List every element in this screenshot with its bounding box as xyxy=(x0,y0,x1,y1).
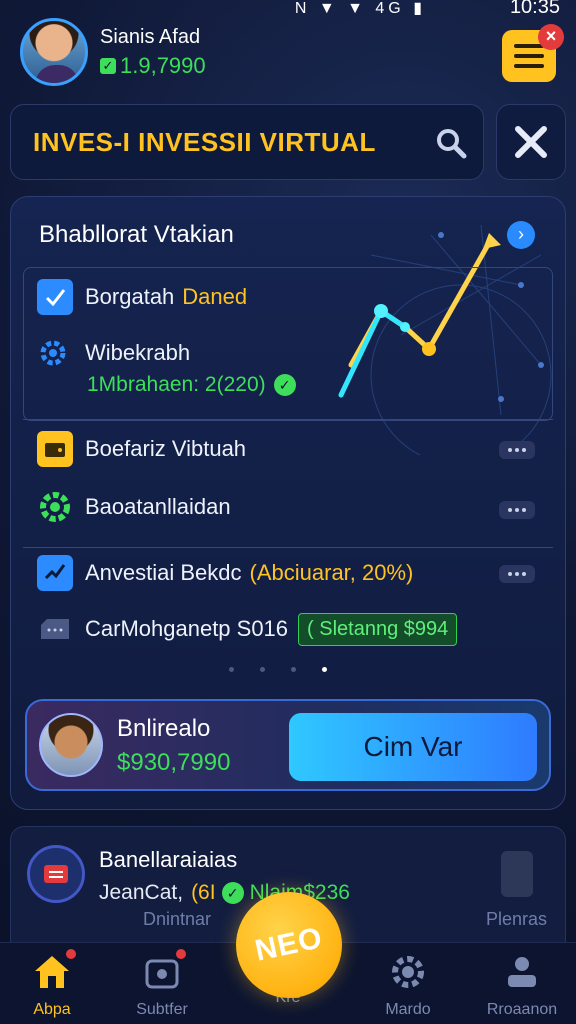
list-item[interactable]: Baoatanllaidan xyxy=(37,489,231,525)
bottom-card-title: Banellaraiaias xyxy=(99,847,238,872)
status-bar: N ▼ ▼ 4G ▮ 10:35 xyxy=(0,0,576,18)
divider xyxy=(23,547,553,548)
tab-label: Mardo xyxy=(385,1001,431,1018)
phone-icon xyxy=(501,851,533,897)
page-dot[interactable] xyxy=(229,667,234,672)
more-options-icon[interactable] xyxy=(499,501,535,519)
investment-card: Bhabllorat Vtakian › Borgatah Daned Wibe… xyxy=(10,196,566,810)
page-indicator[interactable] xyxy=(229,667,327,672)
row-subtext: 1Mbrahaen: 2(220) ✓ xyxy=(87,373,296,397)
home-icon xyxy=(32,949,76,991)
center-action-button[interactable]: NEO xyxy=(236,892,342,998)
list-item[interactable]: Borgatah Daned xyxy=(37,279,247,315)
profile-balance-value: 1.9,7990 xyxy=(120,52,206,78)
menu-icon-line xyxy=(514,54,544,58)
gear-person-icon xyxy=(37,335,73,371)
cta-name: Bnlirealo xyxy=(117,715,211,742)
cta-value: $930,7990 xyxy=(117,749,231,776)
bottom-card-subtext: Dnintnar xyxy=(143,909,212,929)
row-label: CarMohganetp S016 xyxy=(85,616,289,641)
row-label: Wibekrabh xyxy=(85,340,191,365)
status-icons: N ▼ ▼ 4G ▮ xyxy=(294,0,426,17)
check-circle-icon: ✓ xyxy=(221,882,244,904)
avatar[interactable] xyxy=(20,18,88,86)
status-time: 10:35 xyxy=(509,0,560,18)
card-title: Bhabllorat Vtakian xyxy=(39,221,234,248)
person-icon xyxy=(502,953,542,991)
list-item[interactable]: CarMohganetp S016 ( Sletanng $994 xyxy=(37,611,458,647)
fab-label: NEO xyxy=(252,921,326,968)
bottom-card-line-a: JeanCat, xyxy=(99,881,184,904)
bottom-card-subtext-right: Plenras xyxy=(485,909,547,929)
tab-subscribe[interactable]: Subtfer xyxy=(112,949,212,1019)
page-dot[interactable] xyxy=(260,667,265,672)
check-circle-icon: ✓ xyxy=(273,374,296,396)
search-icon[interactable] xyxy=(433,125,469,161)
row-label: Baoatanllaidan xyxy=(85,494,231,519)
close-button[interactable] xyxy=(496,104,566,180)
notification-badge xyxy=(66,949,76,959)
gift-icon xyxy=(142,949,186,991)
row-percentage: (Abciuarar, 20%) xyxy=(249,560,414,585)
card-icon xyxy=(37,611,73,647)
row-label: Borgatah xyxy=(85,284,175,309)
tab-label: Rroaanon xyxy=(486,1001,558,1018)
check-icon: ✓ xyxy=(100,57,116,74)
cta-panel: Bnlirealo $930,7990 Cim Var xyxy=(25,699,551,791)
tab-home[interactable]: Abpa xyxy=(2,949,102,1019)
profile-balance: ✓ 1.9,7990 xyxy=(100,53,206,79)
list-item[interactable]: Anvestiai Bekdc (Abciuarar, 20%) xyxy=(37,555,413,591)
gear-icon xyxy=(388,953,428,991)
bottom-card-line-b: (6I xyxy=(191,881,216,904)
trend-check-icon xyxy=(37,555,73,591)
shield-icon xyxy=(27,845,85,903)
notification-badge xyxy=(176,949,186,959)
tab-profile[interactable]: Rroaanon xyxy=(472,953,572,1019)
checkbox-icon xyxy=(37,279,73,315)
gear-icon xyxy=(37,489,73,525)
more-options-icon[interactable] xyxy=(499,441,535,459)
page-dot[interactable] xyxy=(291,667,296,672)
list-item[interactable]: Wibekrabh xyxy=(37,335,190,371)
more-options-icon[interactable] xyxy=(499,565,535,583)
divider xyxy=(23,419,553,420)
status-badge: ( Sletanng $994 xyxy=(298,612,458,646)
row-label: Anvestiai Bekdc xyxy=(85,560,242,585)
menu-icon-line xyxy=(514,64,544,68)
tab-label: Subtfer xyxy=(136,1001,188,1018)
page-dot-active[interactable] xyxy=(322,667,327,672)
close-icon xyxy=(515,126,547,158)
row-status: Daned xyxy=(182,284,248,309)
close-notification-icon[interactable]: × xyxy=(538,24,564,50)
search-bar[interactable]: INVES-I INVESSII VIRTUAL xyxy=(10,104,484,180)
tab-market[interactable]: Mardo xyxy=(358,953,458,1019)
tab-label: Abpa xyxy=(33,1001,71,1018)
row-label: Boefariz Vibtuah xyxy=(85,436,247,461)
row-subtext-value: 1Mbrahaen: 2(220) xyxy=(87,373,266,396)
profile-name: Sianis Afad xyxy=(100,25,201,48)
profile-header[interactable]: Sianis Afad ✓ 1.9,7990 xyxy=(20,18,206,86)
wallet-icon xyxy=(37,431,73,467)
list-item[interactable]: Boefariz Vibtuah xyxy=(37,431,246,467)
search-title: INVES-I INVESSII VIRTUAL xyxy=(33,127,376,157)
cta-button[interactable]: Cim Var xyxy=(289,713,537,781)
avatar xyxy=(39,713,103,777)
